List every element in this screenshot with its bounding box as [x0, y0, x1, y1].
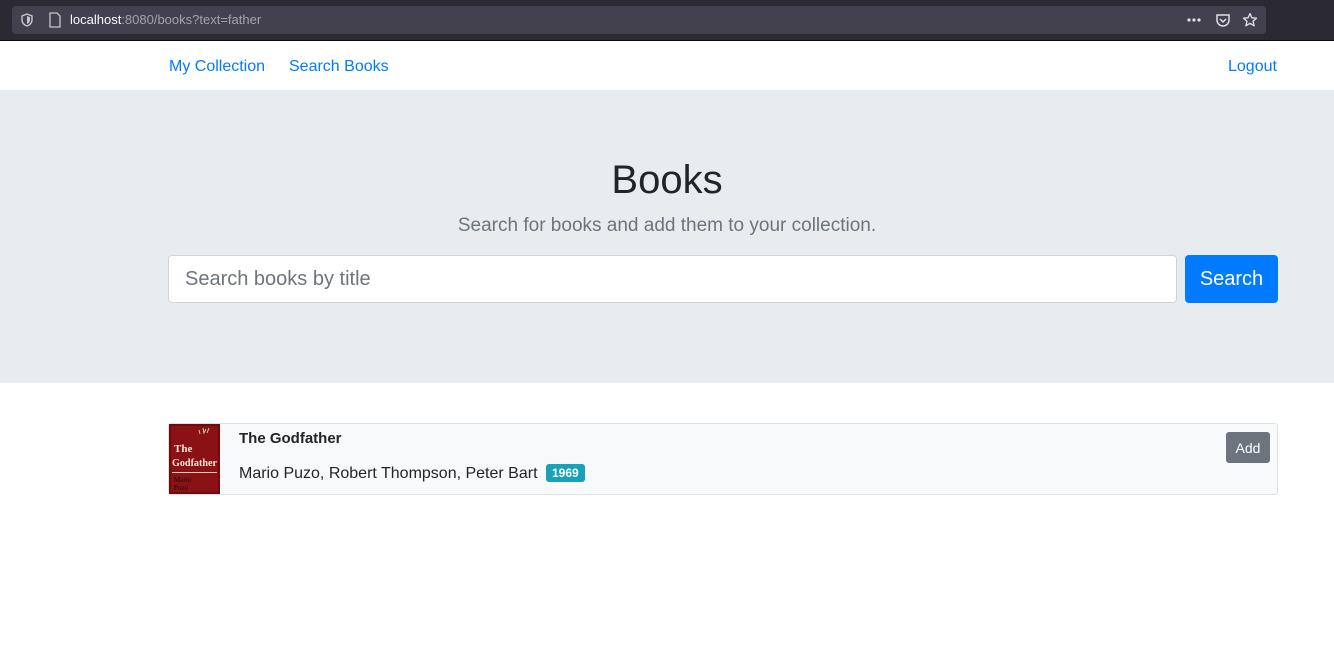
book-cover-image: The Godfather Mario Puzo	[169, 424, 220, 494]
nav-search-books[interactable]: Search Books	[289, 57, 389, 77]
bookmark-star-icon[interactable]	[1242, 12, 1258, 28]
book-title: The Godfather	[239, 430, 342, 447]
address-bar[interactable]: localhost:8080/books?text=father	[12, 6, 1266, 34]
page-title: Books	[611, 158, 723, 202]
browser-toolbar: localhost:8080/books?text=father	[0, 0, 1334, 41]
svg-text:Godfather: Godfather	[172, 458, 218, 469]
search-hero: Books Search for books and add them to y…	[0, 90, 1334, 383]
book-result-item: The Godfather Mario Puzo The Godfather M…	[168, 423, 1278, 495]
year-badge: 1969	[545, 464, 585, 482]
shield-icon[interactable]	[20, 13, 34, 27]
svg-text:Mario: Mario	[174, 476, 192, 484]
svg-text:The: The	[174, 443, 192, 455]
more-icon[interactable]	[1186, 12, 1202, 28]
top-navbar: My Collection Search Books Logout	[0, 41, 1334, 90]
search-input[interactable]	[168, 255, 1177, 303]
book-authors-text: Mario Puzo, Robert Thompson, Peter Bart	[239, 465, 538, 482]
pocket-icon[interactable]	[1215, 12, 1231, 28]
nav-my-collection[interactable]: My Collection	[169, 57, 265, 77]
page-subtitle: Search for books and add them to your co…	[457, 215, 877, 236]
add-to-collection-button[interactable]: Add	[1226, 432, 1270, 463]
logout-link[interactable]: Logout	[1228, 57, 1277, 77]
book-authors: Mario Puzo, Robert Thompson, Peter Bart …	[239, 464, 585, 484]
url-text[interactable]: localhost:8080/books?text=father	[70, 12, 261, 28]
search-button[interactable]: Search	[1185, 255, 1278, 303]
page-icon	[49, 12, 61, 28]
svg-text:Puzo: Puzo	[174, 484, 189, 492]
